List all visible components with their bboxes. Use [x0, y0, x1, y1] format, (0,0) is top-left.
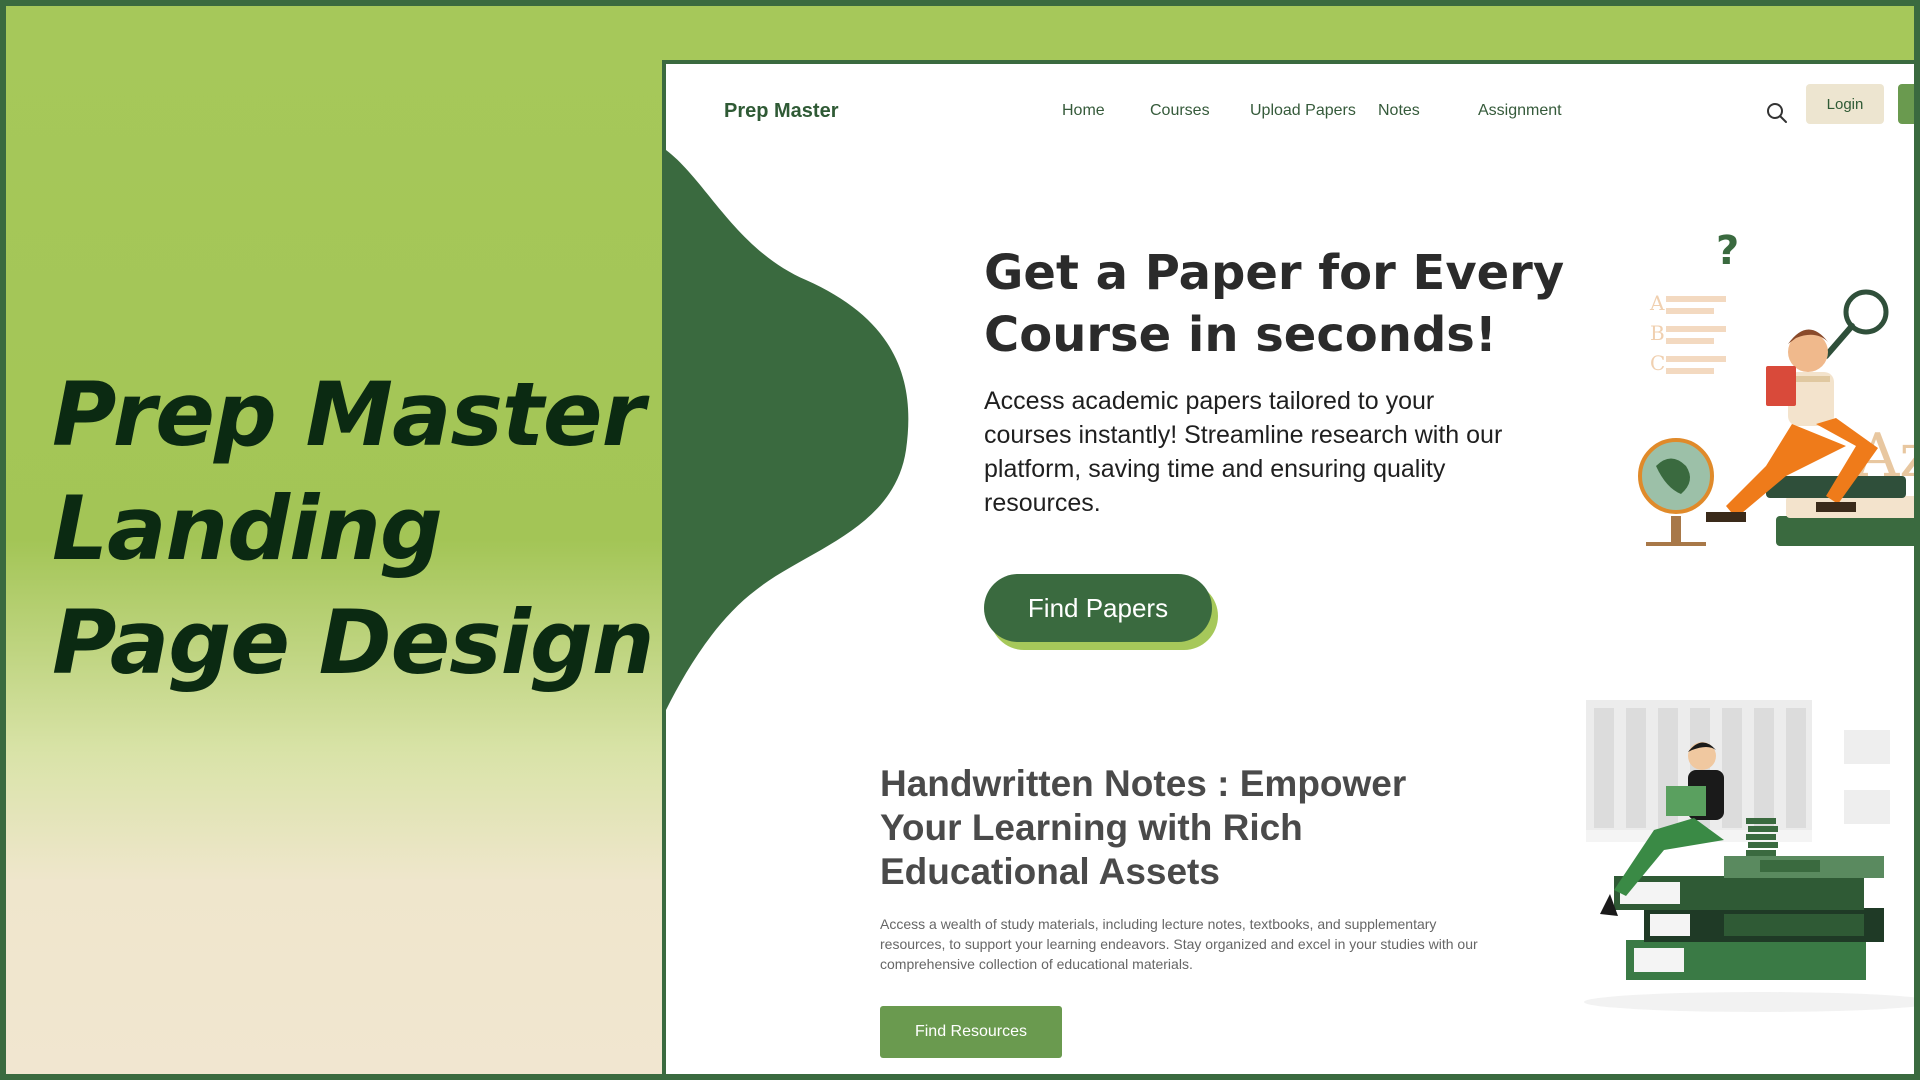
nav-assignment[interactable]: Assignment	[1478, 102, 1562, 120]
notes-title-line-1: Handwritten Notes : Empower	[880, 763, 1407, 804]
notes-title-line-3: Educational Assets	[880, 851, 1220, 892]
top-band	[6, 6, 1914, 62]
student-on-books-illustration	[1584, 700, 1914, 1012]
signup-button[interactable]	[1898, 84, 1914, 124]
hero-title-line-2: Course in seconds!	[984, 307, 1497, 363]
nav-notes[interactable]: Notes	[1378, 102, 1420, 120]
poster-headline-line-3: Page Design	[52, 591, 654, 694]
hero-description: Access academic papers tailored to your …	[984, 387, 1503, 517]
brand-logo[interactable]: Prep Master	[724, 100, 839, 123]
login-button[interactable]: Login	[1806, 84, 1884, 124]
question-mark-glyph: ?	[1716, 228, 1739, 274]
hero-title: Get a Paper for Every Course in seconds!	[984, 242, 1565, 366]
notes-section-title: Handwritten Notes : Empower Your Learnin…	[880, 762, 1480, 894]
letter-a-glyph: A	[1649, 291, 1665, 315]
find-papers-button[interactable]: Find Papers	[984, 574, 1212, 642]
green-blob-shape	[666, 150, 909, 710]
letter-b-glyph: B	[1650, 321, 1665, 345]
letter-c-glyph: C	[1650, 351, 1665, 375]
landing-page-mockup: Prep Master Home Courses Upload Papers N…	[662, 60, 1914, 1074]
student-reading-illustration: ? A B C Az	[1638, 228, 1914, 546]
find-resources-button[interactable]: Find Resources	[880, 1006, 1062, 1058]
poster-headline-line-2: Landing	[52, 477, 443, 580]
poster-headline-line-1: Prep Master	[52, 363, 645, 466]
poster-background: Prep Master Landing Page Design Prep Mas…	[6, 6, 1914, 1074]
hero-title-line-1: Get a Paper for Every	[984, 245, 1565, 301]
search-icon[interactable]	[1766, 102, 1788, 124]
notes-title-line-2: Your Learning with Rich	[880, 807, 1303, 848]
poster-headline: Prep Master Landing Page Design	[52, 358, 654, 700]
nav-home[interactable]: Home	[1062, 102, 1105, 120]
nav-upload-papers[interactable]: Upload Papers	[1250, 102, 1356, 120]
nav-courses[interactable]: Courses	[1150, 102, 1210, 120]
notes-section-description: Access a wealth of study materials, incl…	[880, 916, 1478, 972]
